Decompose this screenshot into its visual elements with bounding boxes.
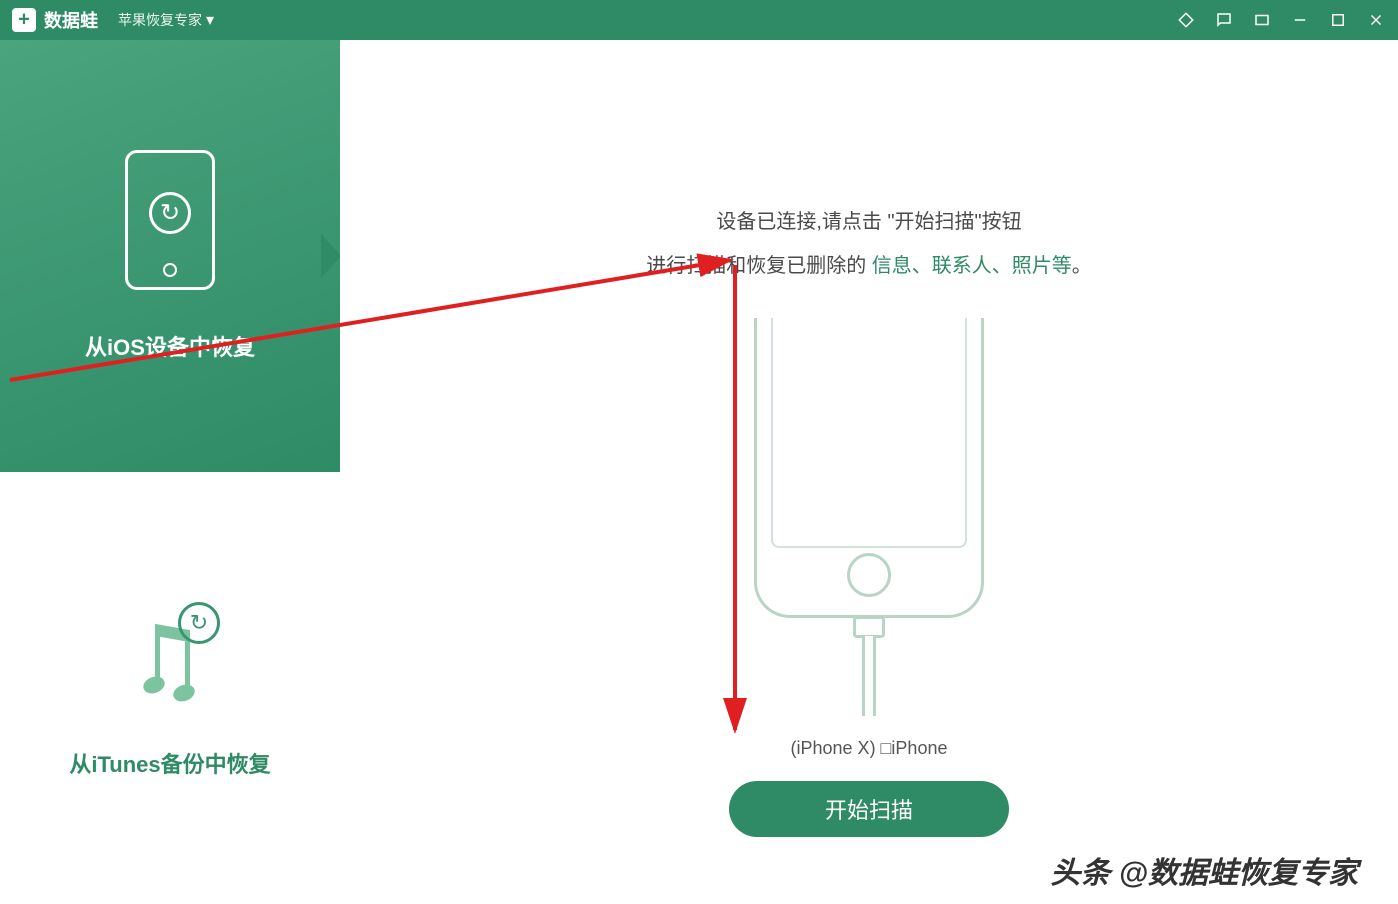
music-refresh-icon: ↻ <box>115 597 225 707</box>
brand-area: 数据蛙 <box>12 7 98 33</box>
sidebar-item-recover-ios[interactable]: 从iOS设备中恢复 <box>0 40 340 472</box>
app-subtitle: 苹果恢复专家 <box>118 10 202 30</box>
brand-plus-icon <box>12 8 36 32</box>
sidebar-item-label: 从iOS设备中恢复 <box>85 330 255 362</box>
start-scan-button[interactable]: 开始扫描 <box>729 781 1009 837</box>
sidebar: 从iOS设备中恢复 ↻ 从iTunes备份中恢复 <box>0 40 340 904</box>
titlebar: 数据蛙 苹果恢复专家 ▾ <box>0 0 1398 40</box>
diamond-icon[interactable] <box>1176 10 1196 30</box>
connected-device-label: (iPhone X) □iPhone <box>791 738 948 759</box>
close-icon[interactable] <box>1366 10 1386 30</box>
sidebar-item-label: 从iTunes备份中恢复 <box>69 747 270 779</box>
window-icon[interactable] <box>1252 10 1272 30</box>
sidebar-item-recover-itunes[interactable]: ↻ 从iTunes备份中恢复 <box>0 472 340 904</box>
watermark-text: 头条 @数据蛙恢复专家 <box>1050 848 1358 892</box>
instruction-text: 设备已连接,请点击 "开始扫描"按钮 进行扫描和恢复已删除的 信息、联系人、照片… <box>646 200 1092 288</box>
dropdown-caret-icon[interactable]: ▾ <box>206 10 214 30</box>
window-controls <box>1176 10 1386 30</box>
phone-illustration <box>739 318 999 678</box>
brand-name: 数据蛙 <box>44 7 98 33</box>
chat-icon[interactable] <box>1214 10 1234 30</box>
main-panel: 设备已连接,请点击 "开始扫描"按钮 进行扫描和恢复已删除的 信息、联系人、照片… <box>340 40 1398 904</box>
minimize-icon[interactable] <box>1290 10 1310 30</box>
maximize-icon[interactable] <box>1328 10 1348 30</box>
phone-sync-icon <box>125 150 215 290</box>
